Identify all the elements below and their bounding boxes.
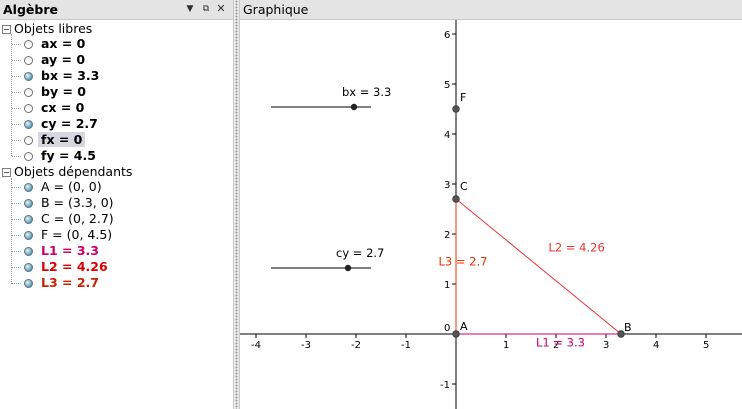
algebra-item[interactable]: fx = 0 (24, 132, 86, 148)
x-tick-label: 0 (444, 323, 450, 334)
algebra-item[interactable]: fy = 4.5 (24, 148, 96, 164)
y-tick-label: 4 (444, 130, 450, 141)
point-c[interactable] (452, 195, 460, 203)
visibility-toggle-icon[interactable] (24, 103, 33, 113)
x-tick-label: 1 (503, 340, 509, 351)
algebra-item-label: fx = 0 (38, 132, 86, 147)
algebra-header: Algèbre ▼ ⧉ ✕ (0, 0, 233, 20)
algebra-item-label: bx = 3.3 (41, 68, 100, 83)
visibility-toggle-icon[interactable] (24, 262, 33, 272)
algebra-item-label: A = (0, 0) (41, 179, 102, 194)
arrow-down-icon[interactable]: ▼ (185, 4, 195, 14)
x-tick-label: -4 (251, 340, 261, 351)
algebra-item-label: L1 = 3.3 (41, 243, 99, 258)
panel-splitter[interactable] (233, 0, 240, 409)
algebra-item-label: B = (3.3, 0) (41, 195, 114, 210)
x-tick-label: -1 (401, 340, 411, 351)
algebra-title: Algèbre (3, 2, 58, 17)
algebra-item[interactable]: ax = 0 (24, 36, 85, 52)
x-tick-label: -3 (301, 340, 311, 351)
algebra-item[interactable]: by = 0 (24, 84, 86, 100)
graphics-header: Graphique (240, 0, 742, 20)
algebra-item[interactable]: B = (3.3, 0) (24, 195, 114, 211)
algebra-item-label: F = (0, 4.5) (41, 227, 113, 242)
close-icon[interactable]: ✕ (216, 3, 226, 14)
algebra-item[interactable]: cx = 0 (24, 100, 84, 116)
segment-label: L1 = 3.3 (536, 336, 585, 350)
restore-icon[interactable]: ⧉ (201, 4, 211, 14)
y-tick-label: -1 (440, 380, 450, 391)
graphics-panel[interactable]: Graphique -4 -3 -2 -1 0 1 2 3 4 5 -1 1 2 3 4 5 6 bx = 3.3… (240, 0, 742, 409)
point-label: A (460, 320, 468, 333)
visibility-toggle-icon[interactable] (24, 71, 33, 81)
point-f[interactable] (452, 105, 460, 113)
collapse-icon[interactable]: − (2, 25, 11, 34)
algebra-item-label: C = (0, 2.7) (41, 211, 114, 226)
x-tick-label: 3 (603, 340, 609, 351)
y-tick-label: 6 (444, 30, 450, 41)
algebra-item[interactable]: C = (0, 2.7) (24, 211, 114, 227)
collapse-icon[interactable]: − (2, 168, 11, 177)
algebra-item[interactable]: F = (0, 4.5) (24, 227, 112, 243)
point-label: C (460, 180, 468, 193)
algebra-item-label: cx = 0 (41, 100, 85, 115)
segment-label: L3 = 2.7 (439, 255, 488, 269)
algebra-item-label: L3 = 2.7 (41, 275, 99, 290)
algebra-item[interactable]: cy = 2.7 (24, 116, 98, 132)
point-a[interactable] (452, 330, 460, 338)
algebra-item[interactable]: L1 = 3.3 (24, 243, 99, 259)
visibility-toggle-icon[interactable] (24, 278, 33, 288)
group-label: Objets libres (14, 21, 93, 36)
slider-label: bx = 3.3 (342, 85, 391, 99)
visibility-toggle-icon[interactable] (24, 214, 33, 224)
x-tick-label: -2 (351, 340, 361, 351)
algebra-item[interactable]: ay = 0 (24, 52, 85, 68)
group-dependent-objects[interactable]: − Objets dépendants (2, 164, 132, 179)
x-tick-label: 4 (653, 340, 659, 351)
algebra-item-label: cy = 2.7 (41, 116, 98, 131)
visibility-toggle-icon[interactable] (24, 39, 33, 49)
slider-label: cy = 2.7 (336, 246, 384, 260)
visibility-toggle-icon[interactable] (24, 230, 33, 240)
algebra-item[interactable]: A = (0, 0) (24, 179, 102, 195)
algebra-item[interactable]: L2 = 4.26 (24, 259, 108, 275)
algebra-item[interactable]: bx = 3.3 (24, 68, 99, 84)
segment-label: L2 = 4.26 (549, 241, 605, 255)
visibility-toggle-icon[interactable] (24, 198, 33, 208)
algebra-item-label: ay = 0 (41, 52, 86, 67)
group-label: Objets dépendants (14, 164, 133, 179)
visibility-toggle-icon[interactable] (24, 246, 33, 256)
y-tick-label: 1 (444, 280, 450, 291)
algebra-item-label: by = 0 (41, 84, 86, 99)
group-free-objects[interactable]: − Objets libres (2, 21, 92, 36)
algebra-item-label: fy = 4.5 (41, 148, 96, 163)
visibility-toggle-icon[interactable] (24, 55, 33, 65)
slider-handle[interactable] (344, 264, 352, 272)
graphics-canvas[interactable]: -4 -3 -2 -101 2 3 4 5-1123456bx = 3.3cy = 2.7L1… (240, 20, 742, 409)
algebra-panel: Algèbre ▼ ⧉ ✕ − Objets libres ax = 0 ay = … (0, 0, 233, 409)
algebra-item-label: ax = 0 (41, 36, 86, 51)
visibility-toggle-icon[interactable] (24, 135, 33, 145)
algebra-item[interactable]: L3 = 2.7 (24, 275, 99, 291)
point-label: B (624, 321, 632, 334)
visibility-toggle-icon[interactable] (24, 87, 33, 97)
visibility-toggle-icon[interactable] (24, 119, 33, 129)
x-tick-label: 5 (703, 340, 709, 351)
slider-handle[interactable] (350, 103, 358, 111)
algebra-item-label: L2 = 4.26 (41, 259, 108, 274)
visibility-toggle-icon[interactable] (24, 182, 33, 192)
point-label: F (460, 91, 466, 104)
graphics-title: Graphique (243, 2, 309, 17)
y-tick-label: 3 (444, 180, 450, 191)
y-tick-label: 2 (444, 230, 450, 241)
visibility-toggle-icon[interactable] (24, 151, 33, 161)
y-tick-label: 5 (444, 80, 450, 91)
